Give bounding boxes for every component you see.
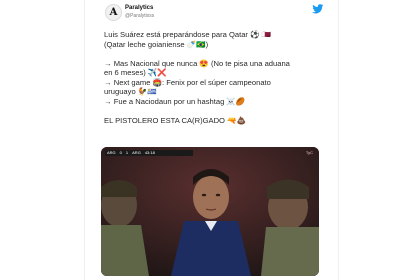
tweet-line: EL PISTOLERO ESTA CA(R)GADO 🔫💩 bbox=[104, 116, 246, 126]
tweet-text: Luis Suárez está preparándose para Qatar… bbox=[104, 30, 332, 126]
handle[interactable]: @Paralytixss bbox=[125, 13, 154, 19]
tweet-media-image[interactable]: ARG 0 1 ARG 43:18 TyC bbox=[101, 147, 319, 276]
tweet-line: → Next game 🏟️: Fenix por el súper campe… bbox=[104, 77, 271, 87]
scorebug-clock: 43:18 bbox=[144, 150, 155, 155]
tweet-line: → Fue a Naciodaun por un hashtag ☠️🏉 bbox=[104, 97, 246, 107]
tweet-header: A Paralytics @Paralytixss bbox=[85, 0, 338, 28]
tweet-line: uruguayo 🐓🇺🇾 bbox=[104, 87, 157, 97]
twitter-bird-icon[interactable] bbox=[312, 4, 324, 14]
tweet-line: → Mas Nacional que nunca 😍 (No te pisa u… bbox=[104, 58, 290, 68]
tweet-line: Luis Suárez está preparándose para Qatar… bbox=[104, 30, 272, 39]
scorebug-score1: 0 bbox=[119, 150, 122, 155]
scorebug-team1: ARG bbox=[107, 150, 116, 155]
display-name[interactable]: Paralytics bbox=[125, 5, 153, 11]
media-scene bbox=[101, 147, 319, 276]
tweet-line: (Qatar leche goianiense 🍼🇧🇷) bbox=[104, 39, 209, 49]
scorebug: ARG 0 1 ARG 43:18 bbox=[105, 150, 193, 156]
scorebug-score2: 1 bbox=[125, 150, 129, 155]
broadcast-logo: TyC bbox=[305, 150, 313, 155]
scorebug-team2: ARG bbox=[132, 150, 141, 155]
avatar[interactable]: A bbox=[105, 4, 122, 21]
tweet-line: en 6 meses) ✈️❌ bbox=[104, 68, 167, 78]
page: A Paralytics @Paralytixss Luis Suárez es… bbox=[0, 0, 420, 280]
